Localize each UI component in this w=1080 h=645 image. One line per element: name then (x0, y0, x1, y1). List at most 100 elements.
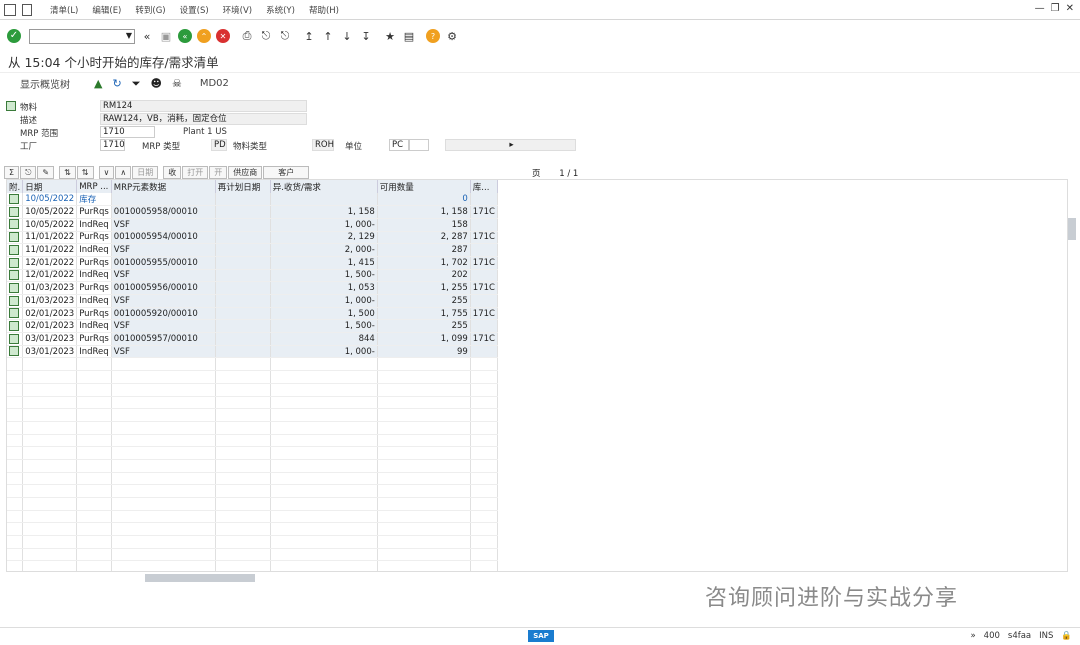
col-header-mrp-data[interactable]: MRP元素数据 (111, 180, 216, 193)
help-icon[interactable]: ? (426, 29, 440, 43)
col-header-replan-date[interactable]: 再计划日期 (215, 180, 271, 193)
save-icon[interactable]: ▣ (159, 29, 173, 43)
user-settings-icon[interactable]: ☻ (151, 77, 162, 90)
md02-button[interactable]: MD02 (200, 78, 229, 89)
table-row[interactable]: 10/05/2022 PurRqs 0010005958/00010 1, 158 1,… (7, 205, 498, 219)
menu-edit[interactable]: 编辑(E) (92, 4, 121, 16)
cell-mrp: IndReq (76, 218, 112, 232)
command-field[interactable]: ▼ (29, 28, 135, 44)
vertical-scroll-thumb[interactable] (1068, 218, 1076, 240)
document-icon[interactable] (9, 219, 19, 230)
customer-button[interactable]: 客户 (263, 165, 310, 179)
cell-mrp-data: 0010005955/00010 (111, 256, 216, 270)
table-row[interactable]: 01/03/2023 PurRqs 0010005956/00010 1, 053 1,… (7, 281, 498, 295)
open-button[interactable]: 打开 (182, 165, 209, 179)
table-row[interactable]: 02/01/2023 PurRqs 0010005920/00010 1, 500 1,… (7, 307, 498, 321)
menu-settings[interactable]: 设置(S) (180, 4, 209, 16)
document-icon[interactable] (9, 232, 19, 243)
menu-goto[interactable]: 转到(G) (135, 4, 165, 16)
binoculars-icon[interactable]: ⎋ (20, 165, 37, 179)
empty-row (7, 472, 498, 486)
back-icon[interactable]: « (178, 29, 192, 43)
material-icon[interactable] (6, 101, 16, 111)
shortcut-icon[interactable]: ▤ (402, 29, 416, 43)
system-menu-icon[interactable] (4, 3, 16, 16)
exit-icon[interactable]: ⌃ (197, 29, 211, 43)
table-row[interactable]: 01/03/2023 IndReq VSF 1, 000- 255 (7, 294, 498, 308)
open2-button[interactable]: 开 (209, 165, 228, 179)
table-row[interactable]: 03/01/2023 IndReq VSF 1, 000- 99 (7, 345, 498, 359)
cell-replan-date (215, 345, 271, 359)
zoom-value[interactable]: 400 (984, 631, 1000, 641)
display-tree-button[interactable]: 显示概览树 (20, 76, 70, 91)
filter-icon[interactable]: ⏷ (132, 77, 141, 91)
sort-asc-icon[interactable]: ⇅ (59, 165, 76, 179)
document-icon[interactable] (9, 206, 19, 217)
table-row[interactable]: 12/01/2022 IndReq VSF 1, 500- 202 (7, 269, 498, 283)
refresh-icon[interactable]: ↻ (112, 77, 121, 90)
pin-icon[interactable]: ☠ (172, 77, 182, 90)
find-icon[interactable]: ⎋ (259, 29, 273, 43)
back-double-icon[interactable]: « (140, 29, 154, 43)
print-icon[interactable]: ⎙ (240, 29, 254, 43)
collapse-icon[interactable]: ∨ (98, 165, 115, 179)
empty-cell (76, 484, 112, 498)
detail-toggle-button[interactable]: ▸ (445, 139, 576, 151)
table-row[interactable]: 10/05/2022 IndReq VSF 1, 000- 158 (7, 218, 498, 232)
cell-replan-date (215, 307, 271, 321)
find-next-icon[interactable]: ⎋ (278, 29, 292, 43)
col-header-receipt-req[interactable]: 异.收货/需求 (270, 180, 378, 193)
col-header-date[interactable]: 日期 (22, 180, 78, 193)
empty-cell (7, 446, 24, 460)
document-icon[interactable] (9, 308, 19, 319)
last-page-icon[interactable]: ↧ (359, 29, 373, 43)
document-icon[interactable] (9, 346, 19, 357)
cancel-icon[interactable]: ✕ (216, 29, 230, 43)
document-icon[interactable] (9, 320, 19, 331)
table-row[interactable]: 10/05/2022 库存 0 (7, 193, 498, 207)
col-header-available[interactable]: 可用数量 (377, 180, 471, 193)
insert-mode-value[interactable]: INS (1039, 631, 1053, 641)
first-page-icon[interactable]: ↥ (302, 29, 316, 43)
sum-icon[interactable]: Σ (4, 165, 20, 179)
document-icon[interactable] (9, 270, 19, 281)
vendor-button[interactable]: 供应商 (228, 165, 263, 179)
create-session-icon[interactable]: ★ (383, 29, 397, 43)
date-button[interactable]: 日期 (132, 165, 159, 179)
mountain-icon[interactable]: ▲ (94, 77, 102, 90)
menu-system[interactable]: 系统(Y) (266, 4, 295, 16)
expand-icon[interactable]: ∧ (115, 165, 132, 179)
menu-help[interactable]: 帮助(H) (309, 4, 339, 16)
document-icon[interactable] (9, 282, 19, 293)
col-header-attach[interactable]: 附. (7, 180, 24, 193)
menu-list[interactable]: 清单(L) (50, 4, 78, 16)
menu-environment[interactable]: 环境(V) (223, 4, 252, 16)
document-icon[interactable] (9, 333, 19, 344)
customize-layout-icon[interactable] (22, 3, 32, 16)
empty-cell (76, 357, 112, 372)
document-icon[interactable] (9, 193, 19, 204)
receipt-button[interactable]: 收 (163, 165, 182, 179)
table-row[interactable]: 12/01/2022 PurRqs 0010005955/00010 1, 415 1,… (7, 256, 498, 270)
previous-page-icon[interactable]: ↑ (321, 29, 335, 43)
col-header-storage[interactable]: 库... (470, 180, 498, 193)
table-row[interactable]: 11/01/2022 IndReq VSF 2, 000- 287 (7, 243, 498, 257)
document-icon[interactable] (9, 295, 19, 306)
document-icon[interactable] (9, 244, 19, 255)
sort-desc-icon[interactable]: ⇅ (76, 165, 94, 179)
check-icon[interactable]: ✓ (7, 29, 21, 43)
table-row[interactable]: 02/01/2023 IndReq VSF 1, 500- 255 (7, 319, 498, 334)
col-header-mrp[interactable]: MRP ... (76, 180, 112, 193)
cell-storage (470, 193, 498, 207)
expand-status-icon[interactable]: » (970, 631, 975, 641)
edit-icon[interactable]: ✎ (37, 165, 55, 179)
table-row[interactable]: 11/01/2022 PurRqs 0010005954/00010 2, 129 2,… (7, 231, 498, 245)
settings-gear-icon[interactable]: ⚙ (445, 29, 459, 43)
restore-icon[interactable]: ❐ (1051, 3, 1060, 14)
document-icon[interactable] (9, 257, 19, 268)
minimize-icon[interactable]: — (1035, 3, 1045, 14)
close-window-icon[interactable]: ✕ (1066, 3, 1074, 14)
horizontal-scroll-thumb[interactable] (145, 574, 255, 582)
table-row[interactable]: 03/01/2023 PurRqs 0010005957/00010 844 1, 09… (7, 332, 498, 346)
next-page-icon[interactable]: ↓ (340, 29, 354, 43)
